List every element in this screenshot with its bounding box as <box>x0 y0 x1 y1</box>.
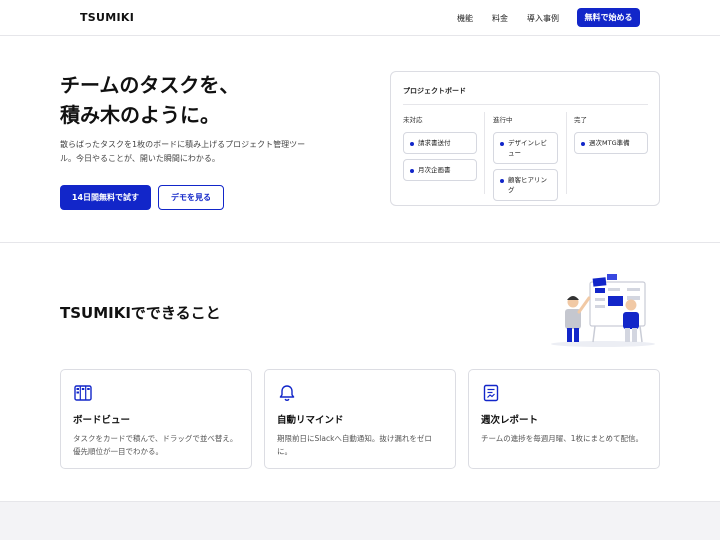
card-text: タスクをカードで積んで、ドラッグで並べ替え。優先順位が一目でわかる。 <box>73 434 238 456</box>
section-divider <box>0 242 720 243</box>
card-title: 自動リマインド <box>277 415 344 426</box>
start-free-button[interactable]: 無料で始める <box>577 8 640 27</box>
nav-features[interactable]: 機能 <box>457 13 473 24</box>
board-divider <box>403 104 648 105</box>
nav-case-studies[interactable]: 導入事例 <box>527 13 559 24</box>
demo-button[interactable]: デモを見る <box>158 185 224 210</box>
column-divider <box>484 112 485 194</box>
card-text: 期限前日にSlackへ自動通知。抜け漏れをゼロに。 <box>277 434 432 456</box>
task-card: デザインレビュー <box>493 132 558 164</box>
free-trial-button[interactable]: 14日間無料で試す <box>60 185 151 210</box>
board-column-todo: 未対応 請求書送付 月次企画書 <box>403 114 477 186</box>
feature-card-board-view: ボードビュー タスクをカードで積んで、ドラッグで並べ替え。優先順位が一目でわかる… <box>60 369 252 469</box>
task-card: 顧客ヒアリング <box>493 169 558 201</box>
board-icon <box>74 385 92 401</box>
column-header: 完了 <box>574 116 587 124</box>
card-text: チームの進捗を毎週月曜、1枚にまとめて配信。 <box>481 434 644 443</box>
board-title: プロジェクトボード <box>403 87 466 95</box>
site-header: TSUMIKI 機能 料金 導入事例 無料で始める <box>0 0 720 36</box>
column-header: 未対応 <box>403 116 423 124</box>
project-board-preview: プロジェクトボード 未対応 請求書送付 月次企画書 進行中 デザインレビュー 顧… <box>390 71 660 206</box>
features-title: TSUMIKIでできること <box>60 304 221 322</box>
task-card: 週次MTG準備 <box>574 132 648 154</box>
column-divider <box>566 112 567 194</box>
feature-card-auto-remind: 自動リマインド 期限前日にSlackへ自動通知。抜け漏れをゼロに。 <box>264 369 456 469</box>
hero-description: 散らばったタスクを1枚のボードに積み上げるプロジェクト管理ツール。今日やることが… <box>60 140 306 163</box>
next-section-band <box>0 501 720 540</box>
board-column-in-progress: 進行中 デザインレビュー 顧客ヒアリング <box>493 114 558 206</box>
task-card: 月次企画書 <box>403 159 477 181</box>
task-card: 請求書送付 <box>403 132 477 154</box>
card-title: ボードビュー <box>73 415 131 426</box>
report-icon <box>483 384 499 402</box>
bell-icon <box>279 385 295 401</box>
team-board-illustration <box>551 274 655 347</box>
nav-pricing[interactable]: 料金 <box>492 13 508 24</box>
card-title: 週次レポート <box>481 415 539 426</box>
column-header: 進行中 <box>493 116 513 124</box>
board-column-done: 完了 週次MTG準備 <box>574 114 648 159</box>
feature-card-weekly-report: 週次レポート チームの進捗を毎週月曜、1枚にまとめて配信。 <box>468 369 660 469</box>
logo[interactable]: TSUMIKI <box>80 11 134 24</box>
hero-title: チームのタスクを、 積み木のように。 <box>60 73 240 127</box>
